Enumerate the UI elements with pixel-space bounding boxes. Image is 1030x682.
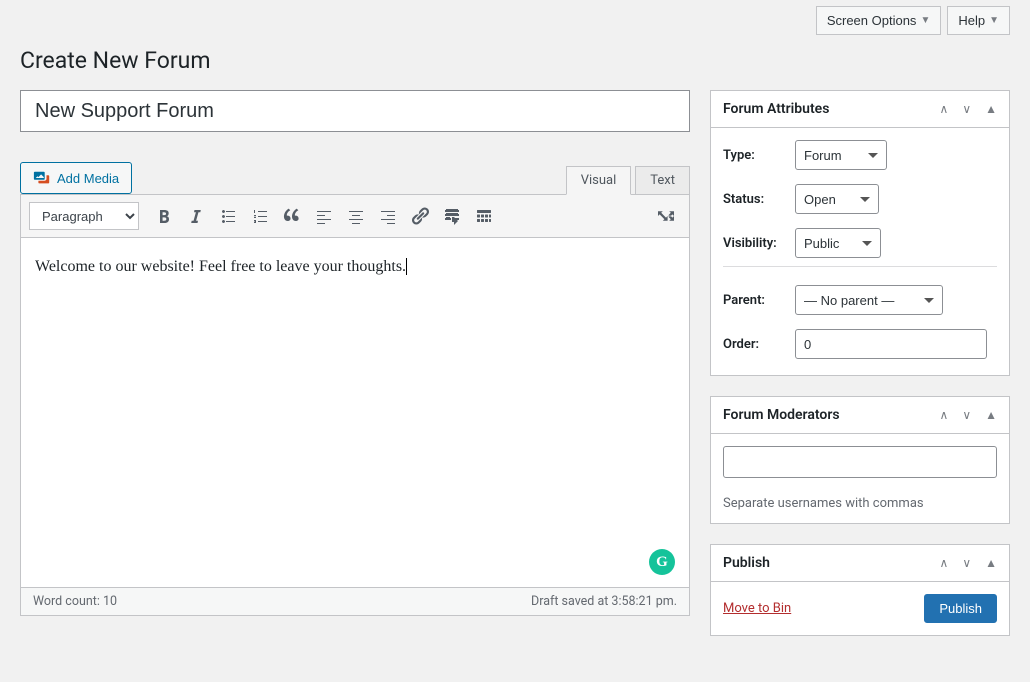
order-input[interactable] (795, 329, 987, 359)
main-column: Add Media Visual Text Paragraph (20, 90, 690, 616)
parent-label: Parent: (723, 293, 795, 308)
status-label: Status: (723, 192, 795, 207)
screen-options-button[interactable]: Screen Options ▼ (816, 6, 942, 35)
add-media-label: Add Media (57, 171, 119, 186)
bullet-list-button[interactable] (213, 201, 243, 231)
publish-box: Publish ∧ ∨ ▲ Move to Bin Publish (710, 544, 1010, 636)
move-down-icon[interactable]: ∨ (962, 408, 971, 422)
grammarly-icon[interactable]: G (649, 549, 675, 575)
bold-button[interactable] (149, 201, 179, 231)
move-to-bin-link[interactable]: Move to Bin (723, 601, 791, 616)
help-label: Help (958, 13, 985, 28)
forum-moderators-box: Forum Moderators ∧ ∨ ▲ Separate username… (710, 396, 1010, 524)
editor-status-bar: Word count: 10 Draft saved at 3:58:21 pm… (20, 588, 690, 616)
move-up-icon[interactable]: ∧ (940, 556, 949, 570)
publish-button[interactable]: Publish (924, 594, 997, 623)
number-list-button[interactable] (245, 201, 275, 231)
screen-options-label: Screen Options (827, 13, 917, 28)
chevron-down-icon: ▼ (989, 15, 999, 26)
more-button[interactable] (437, 201, 467, 231)
moderators-hint: Separate usernames with commas (723, 496, 997, 511)
toggle-icon[interactable]: ▲ (985, 556, 997, 570)
moderators-input[interactable] (723, 446, 997, 478)
help-button[interactable]: Help ▼ (947, 6, 1010, 35)
move-down-icon[interactable]: ∨ (962, 102, 971, 116)
visibility-label: Visibility: (723, 236, 795, 251)
align-center-button[interactable] (341, 201, 371, 231)
blockquote-button[interactable] (277, 201, 307, 231)
parent-select[interactable]: — No parent — (795, 285, 943, 315)
toggle-icon[interactable]: ▲ (985, 102, 997, 116)
move-down-icon[interactable]: ∨ (962, 556, 971, 570)
type-label: Type: (723, 148, 795, 163)
tab-text[interactable]: Text (635, 166, 690, 194)
order-label: Order: (723, 337, 795, 352)
editor-text: Welcome to our website! Feel free to lea… (35, 258, 406, 275)
move-up-icon[interactable]: ∧ (940, 408, 949, 422)
editor-tabs: Visual Text (566, 166, 690, 194)
move-up-icon[interactable]: ∧ (940, 102, 949, 116)
forum-attributes-box: Forum Attributes ∧ ∨ ▲ Type: Forum Statu… (710, 90, 1010, 376)
italic-button[interactable] (181, 201, 211, 231)
align-right-button[interactable] (373, 201, 403, 231)
sidebar-column: Forum Attributes ∧ ∨ ▲ Type: Forum Statu… (710, 90, 1010, 656)
media-icon (33, 169, 51, 187)
editor-wrapper: Add Media Visual Text Paragraph (20, 162, 690, 616)
title-input[interactable] (20, 90, 690, 132)
toolbar-toggle-button[interactable] (469, 201, 499, 231)
forum-moderators-title: Forum Moderators (723, 407, 840, 423)
visibility-select[interactable]: Public (795, 228, 881, 258)
draft-saved-text: Draft saved at 3:58:21 pm. (531, 594, 677, 609)
editor-content-area[interactable]: Welcome to our website! Feel free to lea… (20, 238, 690, 588)
format-select[interactable]: Paragraph (29, 202, 139, 230)
type-select[interactable]: Forum (795, 140, 887, 170)
page-title: Create New Forum (20, 39, 1010, 90)
toggle-icon[interactable]: ▲ (985, 408, 997, 422)
top-bar: Screen Options ▼ Help ▼ (20, 0, 1010, 39)
fullscreen-button[interactable] (651, 201, 681, 231)
forum-attributes-title: Forum Attributes (723, 101, 829, 117)
word-count: Word count: 10 (33, 594, 117, 609)
publish-title: Publish (723, 555, 770, 571)
status-select[interactable]: Open (795, 184, 879, 214)
text-cursor (406, 258, 407, 275)
add-media-button[interactable]: Add Media (20, 162, 132, 194)
editor-toolbar: Paragraph (20, 194, 690, 238)
chevron-down-icon: ▼ (920, 15, 930, 26)
link-button[interactable] (405, 201, 435, 231)
align-left-button[interactable] (309, 201, 339, 231)
tab-visual[interactable]: Visual (566, 166, 632, 195)
